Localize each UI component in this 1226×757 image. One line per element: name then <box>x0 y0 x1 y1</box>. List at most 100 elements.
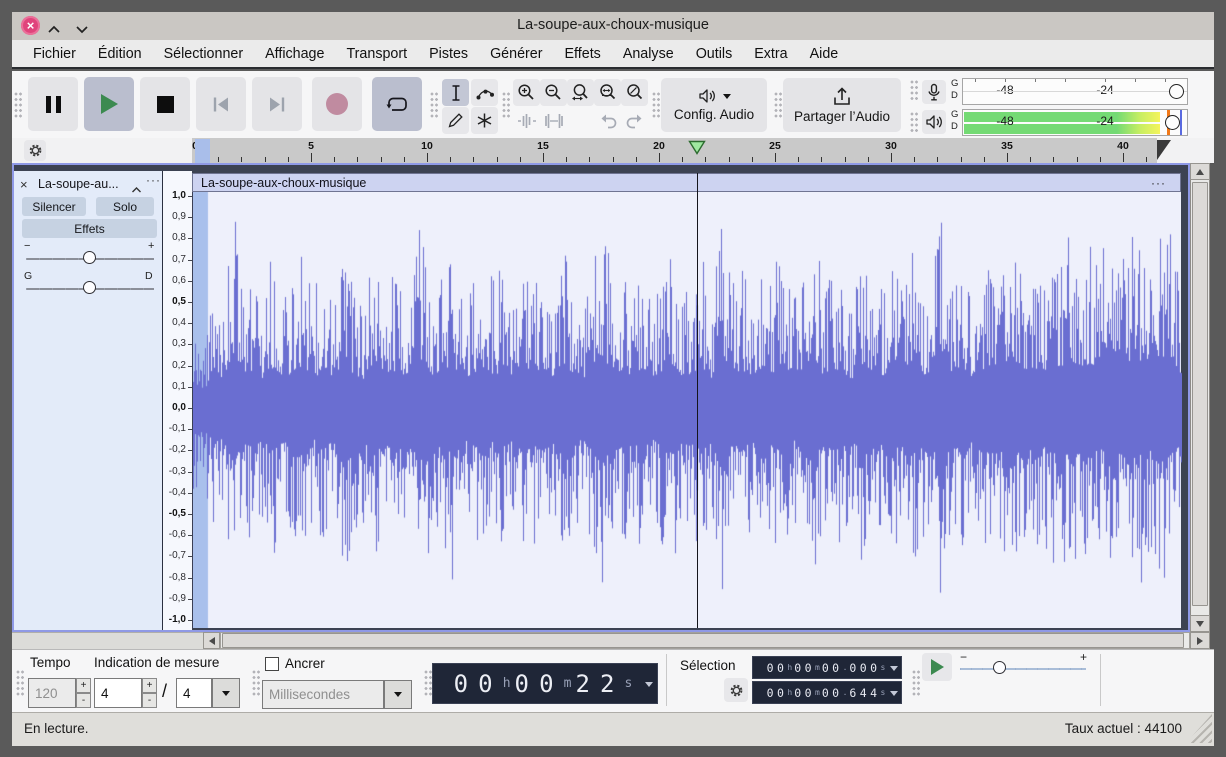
tools-toolbar-grip[interactable] <box>430 92 439 118</box>
playback-meter-grip[interactable] <box>910 112 919 134</box>
playback-volume-slider[interactable] <box>1165 115 1180 130</box>
play-at-speed-button[interactable] <box>922 653 952 681</box>
menu-item-0[interactable]: Fichier <box>22 46 87 62</box>
clip-title-bar[interactable]: La-soupe-aux-choux-musique ··· <box>192 173 1181 192</box>
menu-item-1[interactable]: Édition <box>87 46 153 62</box>
solo-button[interactable]: Solo <box>96 197 154 216</box>
redo-button[interactable] <box>621 107 648 134</box>
pan-left-label: G <box>24 270 32 282</box>
pause-button[interactable] <box>28 77 78 131</box>
snap-checkbox[interactable] <box>265 657 279 671</box>
share-audio-button[interactable]: Partager l’Audio <box>783 78 901 132</box>
play-button[interactable] <box>84 77 134 131</box>
skip-to-start-button[interactable] <box>196 77 246 131</box>
chevron-down-icon[interactable] <box>645 682 653 687</box>
track-name[interactable]: La-soupe-au... <box>38 177 130 191</box>
record-meter[interactable]: -48 -24 <box>962 78 1188 105</box>
tempo-input[interactable]: 120 <box>28 678 76 708</box>
mute-button[interactable]: Silencer <box>22 197 86 216</box>
snap-format-dropdown[interactable] <box>384 680 412 709</box>
menu-item-10[interactable]: Extra <box>743 46 798 62</box>
selection-end-field[interactable]: 00h00m00.644s <box>752 681 902 704</box>
share-audio-grip[interactable] <box>774 92 783 118</box>
ruler-tick <box>265 157 266 162</box>
play-at-speed-grip[interactable] <box>912 670 921 696</box>
minimize-button[interactable] <box>75 21 89 39</box>
audio-setup-grip[interactable] <box>652 92 661 118</box>
trim-audio-button[interactable] <box>513 107 540 134</box>
track-close-button[interactable]: × <box>20 177 28 192</box>
record-button[interactable] <box>312 77 362 131</box>
chevron-down-icon[interactable] <box>890 666 898 671</box>
menu-item-6[interactable]: Générer <box>479 46 553 62</box>
chevron-down-icon[interactable] <box>890 691 898 696</box>
pan-slider-thumb[interactable] <box>83 281 96 294</box>
record-meter-button[interactable] <box>922 80 946 104</box>
multi-tool-button[interactable] <box>471 107 498 134</box>
menu-item-3[interactable]: Affichage <box>254 46 335 62</box>
menu-item-9[interactable]: Outils <box>685 46 744 62</box>
maximize-button[interactable] <box>47 21 61 39</box>
zoom-selection-button[interactable] <box>567 79 594 106</box>
time-sig-spin-up[interactable]: + <box>142 678 157 693</box>
vertical-scroll-thumb[interactable] <box>1192 182 1208 606</box>
envelope-tool-button[interactable] <box>471 79 498 106</box>
selection-options-button[interactable] <box>724 678 748 702</box>
timeline-selection <box>195 139 210 163</box>
time-sig-lower-input[interactable]: 4 <box>176 678 212 708</box>
selection-start-field[interactable]: 00h00m00.000s <box>752 656 902 679</box>
tempo-spin-down[interactable]: - <box>76 693 91 708</box>
record-volume-slider[interactable] <box>1169 84 1184 99</box>
silence-audio-button[interactable] <box>540 107 567 134</box>
menu-item-5[interactable]: Pistes <box>418 46 479 62</box>
zoom-fit-button[interactable] <box>594 79 621 106</box>
track-control-panel[interactable] <box>14 171 163 630</box>
scroll-up-button[interactable] <box>1190 163 1210 180</box>
menu-item-8[interactable]: Analyse <box>612 46 685 62</box>
snap-format-combo[interactable]: Millisecondes <box>262 680 384 709</box>
timeline-ruler[interactable]: 0510152025303540 <box>192 138 1157 163</box>
menu-item-4[interactable]: Transport <box>335 46 418 62</box>
effects-button[interactable]: Effets <box>22 219 157 238</box>
timeline-options-button[interactable] <box>24 140 46 161</box>
playback-meter-button[interactable] <box>922 110 946 134</box>
playhead-triangle-icon <box>688 140 706 155</box>
gain-slider-thumb[interactable] <box>83 251 96 264</box>
vertical-ruler[interactable]: 1,00,90,80,70,60,50,40,30,20,10,0-0,1-0,… <box>163 171 192 630</box>
playhead-marker[interactable] <box>688 140 706 160</box>
time-display[interactable]: 00h00m22s <box>432 663 658 704</box>
selection-tool-button[interactable] <box>442 79 469 106</box>
close-button[interactable]: × <box>21 16 40 35</box>
time-sig-upper-input[interactable]: 4 <box>94 678 142 708</box>
waveform-area[interactable] <box>192 192 1181 628</box>
menu-item-11[interactable]: Aide <box>799 46 850 62</box>
time-sig-spin-down[interactable]: - <box>142 693 157 708</box>
zoom-out-button[interactable] <box>540 79 567 106</box>
draw-tool-button[interactable] <box>442 107 469 134</box>
audio-setup-button[interactable]: Config. Audio <box>661 78 767 132</box>
menu-item-7[interactable]: Effets <box>554 46 612 62</box>
zoom-toggle-button[interactable] <box>621 79 648 106</box>
snapping-grip[interactable] <box>252 670 261 696</box>
tempo-spin-up[interactable]: + <box>76 678 91 693</box>
loop-button[interactable] <box>372 77 422 131</box>
scroll-left-button[interactable] <box>203 632 220 649</box>
scroll-right-button[interactable] <box>1190 632 1210 649</box>
skip-to-end-button[interactable] <box>252 77 302 131</box>
scroll-down-button[interactable] <box>1190 615 1210 632</box>
stop-button[interactable] <box>140 77 190 131</box>
clip-menu-button[interactable]: ··· <box>1151 176 1166 190</box>
playback-meter[interactable]: -48 -24 <box>962 109 1188 136</box>
time-sig-lower-dropdown[interactable] <box>212 678 240 708</box>
time-signature-grip[interactable] <box>16 670 25 696</box>
speed-slider-thumb[interactable] <box>993 661 1006 674</box>
zoom-in-button[interactable] <box>513 79 540 106</box>
horizontal-scroll-thumb[interactable] <box>222 633 1184 648</box>
menu-item-2[interactable]: Sélectionner <box>153 46 254 62</box>
edit-toolbar-grip[interactable] <box>502 92 511 118</box>
undo-button[interactable] <box>594 107 621 134</box>
speed-slider-track[interactable] <box>960 668 1086 670</box>
record-meter-grip[interactable] <box>910 80 919 102</box>
transport-toolbar-grip[interactable] <box>14 92 23 118</box>
track-menu-button[interactable]: ··· <box>146 173 161 187</box>
